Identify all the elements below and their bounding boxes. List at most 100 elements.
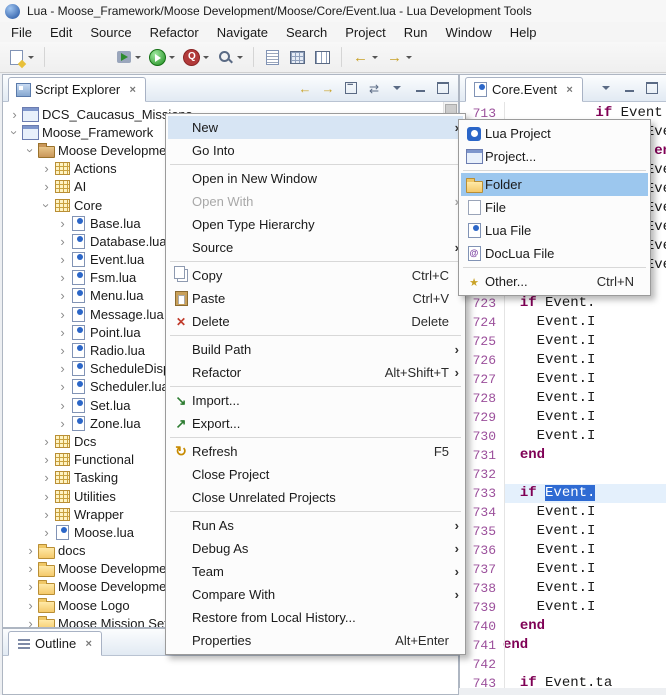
toolbar-button[interactable] [253,47,254,67]
expander-icon[interactable] [56,399,69,412]
menu-item[interactable] [168,435,463,440]
menubar-item[interactable]: Search [277,23,336,42]
menubar-item[interactable]: Refactor [141,23,208,42]
expander-icon[interactable] [40,435,53,448]
expander-icon[interactable] [40,490,53,503]
menu-item[interactable] [168,162,463,167]
expander-icon[interactable] [56,289,69,302]
menubar-item[interactable]: Help [501,23,546,42]
menu-item[interactable] [168,333,463,338]
menu-item[interactable]: Export... [168,412,463,435]
expander-icon[interactable] [56,417,69,430]
expander-icon[interactable] [24,544,37,557]
menubar-item[interactable]: Navigate [208,23,277,42]
menu-item[interactable] [168,509,463,514]
expander-icon[interactable] [24,599,37,612]
submenu-item[interactable]: Lua Project [461,122,648,145]
view-tool-button[interactable] [435,80,451,96]
submenu-item[interactable]: Other... Ctrl+N [461,270,648,293]
menu-item[interactable]: Open Type Hierarchy [168,213,463,236]
menu-item[interactable]: Run As [168,514,463,537]
submenu-item[interactable] [461,265,648,270]
expander-icon[interactable] [40,453,53,466]
menu-item[interactable]: Team [168,560,463,583]
expander-icon[interactable] [8,126,21,139]
expander-icon[interactable] [40,508,53,521]
menu-item[interactable]: Paste Ctrl+V [168,287,463,310]
toolbar-button[interactable] [146,45,178,69]
menubar-item[interactable]: Project [336,23,394,42]
editor-tool-button[interactable] [598,80,614,96]
tab-outline[interactable]: Outline [8,631,102,656]
expander-icon[interactable] [8,108,21,121]
submenu-item[interactable]: DocLua File [461,242,648,265]
toolbar-button[interactable] [5,45,37,69]
submenu-item[interactable] [461,168,648,173]
expander-icon[interactable] [40,526,53,539]
menu-item[interactable]: Open in New Window [168,167,463,190]
toolbar-button[interactable] [214,45,246,69]
close-icon[interactable] [564,84,575,96]
submenu-item[interactable]: Project... [461,145,648,168]
toolbar-button[interactable] [286,45,309,69]
menu-item[interactable]: Debug As [168,537,463,560]
menu-item[interactable]: Import... [168,389,463,412]
menu-item[interactable]: Properties Alt+Enter [168,629,463,652]
submenu-item[interactable]: File [461,196,648,219]
close-icon[interactable] [127,84,138,96]
expander-icon[interactable] [24,580,37,593]
menu-item[interactable]: Source [168,236,463,259]
menubar-item[interactable]: Window [437,23,501,42]
expander-icon[interactable] [56,308,69,321]
expander-icon[interactable] [40,199,53,212]
expander-icon[interactable] [56,344,69,357]
expander-icon[interactable] [56,235,69,248]
expander-icon[interactable] [40,162,53,175]
menubar-item[interactable]: Run [395,23,437,42]
view-tool-button[interactable] [297,80,313,96]
menu-item[interactable]: New [168,116,463,139]
tab-script-explorer[interactable]: Script Explorer [8,77,146,102]
view-tool-button[interactable] [343,80,359,96]
tab-core-event[interactable]: Core.Event [465,77,583,102]
menu-item[interactable]: Delete Delete [168,310,463,333]
menu-item[interactable]: Build Path [168,338,463,361]
expander-icon[interactable] [56,380,69,393]
menu-item[interactable]: Restore from Local History... [168,606,463,629]
menu-item[interactable]: Copy Ctrl+C [168,264,463,287]
expander-icon[interactable] [56,253,69,266]
menu-item[interactable]: Close Project [168,463,463,486]
expander-icon[interactable] [24,144,37,157]
expander-icon[interactable] [24,562,37,575]
toolbar-button[interactable] [44,47,45,67]
menubar-item[interactable]: Source [81,23,140,42]
expander-icon[interactable] [40,471,53,484]
toolbar-button[interactable] [311,45,334,69]
expander-icon[interactable] [40,180,53,193]
view-tool-button[interactable] [366,80,382,96]
toolbar-button[interactable] [341,47,342,67]
expander-icon[interactable] [56,217,69,230]
menu-item[interactable] [168,384,463,389]
view-tool-button[interactable] [320,80,336,96]
menu-item[interactable]: Refresh F5 [168,440,463,463]
menu-item[interactable]: Refactor Alt+Shift+T [168,361,463,384]
close-icon[interactable] [83,638,94,650]
menu-item[interactable]: Go Into [168,139,463,162]
view-tool-button[interactable] [412,80,428,96]
expander-icon[interactable] [56,271,69,284]
expander-icon[interactable] [56,326,69,339]
menu-item[interactable]: Open With [168,190,463,213]
menubar-item[interactable]: File [2,23,41,42]
expander-icon[interactable] [24,617,37,627]
submenu-item[interactable]: Lua File [461,219,648,242]
menubar-item[interactable]: Edit [41,23,81,42]
toolbar-button[interactable] [52,45,110,69]
toolbar-button[interactable] [112,45,144,69]
menu-item[interactable]: Close Unrelated Projects [168,486,463,509]
view-tool-button[interactable] [389,80,405,96]
toolbar-button[interactable] [180,45,212,69]
toolbar-button[interactable] [349,45,381,69]
expander-icon[interactable] [56,362,69,375]
editor-tool-button[interactable] [621,80,637,96]
